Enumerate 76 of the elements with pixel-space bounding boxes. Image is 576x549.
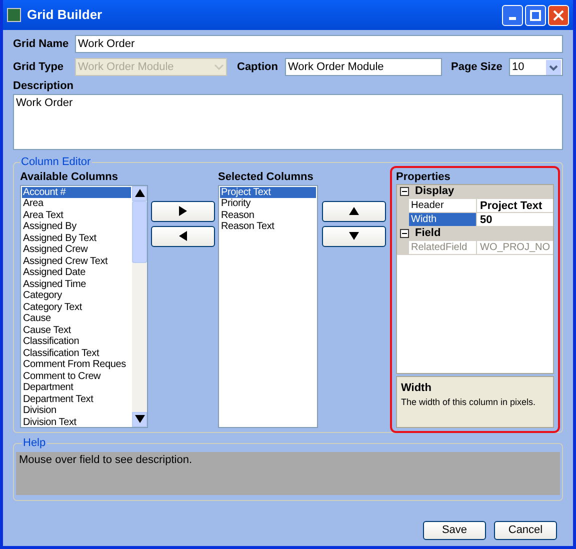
list-item[interactable]: Assigned Crew — [22, 244, 131, 256]
description-title: Width — [401, 380, 432, 396]
group-title: Column Editor — [20, 155, 92, 170]
window-title: Grid Builder — [27, 6, 104, 24]
category-row[interactable]: Display — [397, 184, 554, 198]
list-item[interactable]: Comment to Crew — [22, 370, 131, 382]
field-label: Description — [13, 80, 75, 93]
field-label: Page Size — [451, 60, 504, 75]
dropdown[interactable]: 10 — [509, 58, 563, 76]
list-label: Selected Columns — [218, 170, 314, 184]
remove-button[interactable] — [151, 226, 215, 246]
list-item[interactable]: Cause — [22, 313, 131, 324]
input-field[interactable]: Work Order Module — [285, 58, 442, 76]
property-name[interactable]: Width — [409, 212, 477, 226]
list-box[interactable] — [20, 184, 148, 428]
minimize-button[interactable] — [502, 4, 523, 26]
dialog-button[interactable]: Save — [423, 521, 486, 540]
dialog-button[interactable]: Cancel — [494, 521, 557, 540]
description-field[interactable]: Work Order — [13, 94, 563, 150]
list-box[interactable]: Project Text Priority Reason Reason Text — [218, 184, 318, 428]
help-text: Mouse over field to see description. — [19, 454, 192, 466]
list-item[interactable]: Assigned Time — [22, 278, 131, 290]
input-field[interactable]: Work Order — [75, 35, 563, 53]
down-triangle-icon — [348, 230, 360, 242]
scroll-thumb[interactable] — [132, 200, 147, 262]
group-title: Help — [22, 436, 47, 451]
field-label: Caption — [237, 60, 279, 75]
maximize-icon — [530, 10, 541, 20]
list-item[interactable]: Priority — [220, 198, 316, 210]
list-item[interactable]: Account # — [22, 186, 131, 198]
up-triangle-icon — [348, 205, 360, 217]
category-label: Display — [415, 184, 454, 200]
list-item[interactable]: Reason — [220, 210, 316, 221]
category-row[interactable]: Field — [397, 226, 554, 240]
move-down-button[interactable] — [322, 226, 386, 246]
list-item[interactable]: Assigned By Text — [22, 232, 131, 244]
list-item[interactable]: Comment From Reques — [22, 359, 131, 370]
list-item[interactable]: Area Text — [22, 210, 131, 221]
app-icon — [7, 8, 21, 22]
up-arrow-icon — [134, 187, 146, 199]
maximize-button[interactable] — [525, 4, 546, 26]
list-item[interactable]: Division Text — [22, 416, 131, 426]
category-label: Field — [415, 226, 441, 242]
collapse-icon[interactable] — [400, 229, 409, 238]
list-item[interactable]: Reason Text — [220, 221, 316, 232]
list-item[interactable]: Assigned Date — [22, 267, 131, 278]
add-button[interactable] — [151, 200, 215, 222]
field-label: Grid Name — [13, 36, 70, 52]
left-triangle-icon — [177, 230, 189, 242]
list-item[interactable]: Classification Text — [22, 348, 131, 359]
list-item[interactable]: Classification — [22, 336, 131, 348]
property-value[interactable]: 50 — [477, 212, 554, 226]
list-item[interactable]: Area — [22, 198, 131, 210]
description-text: The width of this column in pixels. — [401, 396, 537, 409]
list-item[interactable]: Category Text — [22, 302, 131, 313]
move-up-button[interactable] — [322, 200, 386, 222]
list-item[interactable]: Project Text — [220, 186, 316, 198]
property-name[interactable]: Header — [409, 198, 477, 212]
list-item[interactable]: Department — [22, 382, 131, 394]
close-icon — [553, 10, 564, 20]
field-label: Grid Type — [13, 60, 65, 75]
right-triangle-icon — [177, 205, 189, 217]
scrollbar[interactable] — [132, 186, 147, 426]
list-item[interactable]: Division — [22, 405, 131, 416]
list-item[interactable]: Category — [22, 290, 131, 302]
list-label: Available Columns — [20, 170, 120, 184]
list-item[interactable]: Department Text — [22, 394, 131, 405]
close-button[interactable] — [548, 4, 569, 26]
down-arrow-icon — [134, 413, 146, 425]
list-item[interactable]: Assigned By — [22, 221, 131, 232]
list-item[interactable]: Assigned Crew Text — [22, 256, 131, 267]
property-value[interactable]: Project Text — [477, 198, 554, 212]
panel-title: Properties — [396, 170, 452, 184]
minimize-icon — [509, 17, 516, 20]
collapse-icon[interactable] — [400, 187, 409, 196]
list-item[interactable]: Cause Text — [22, 324, 131, 336]
